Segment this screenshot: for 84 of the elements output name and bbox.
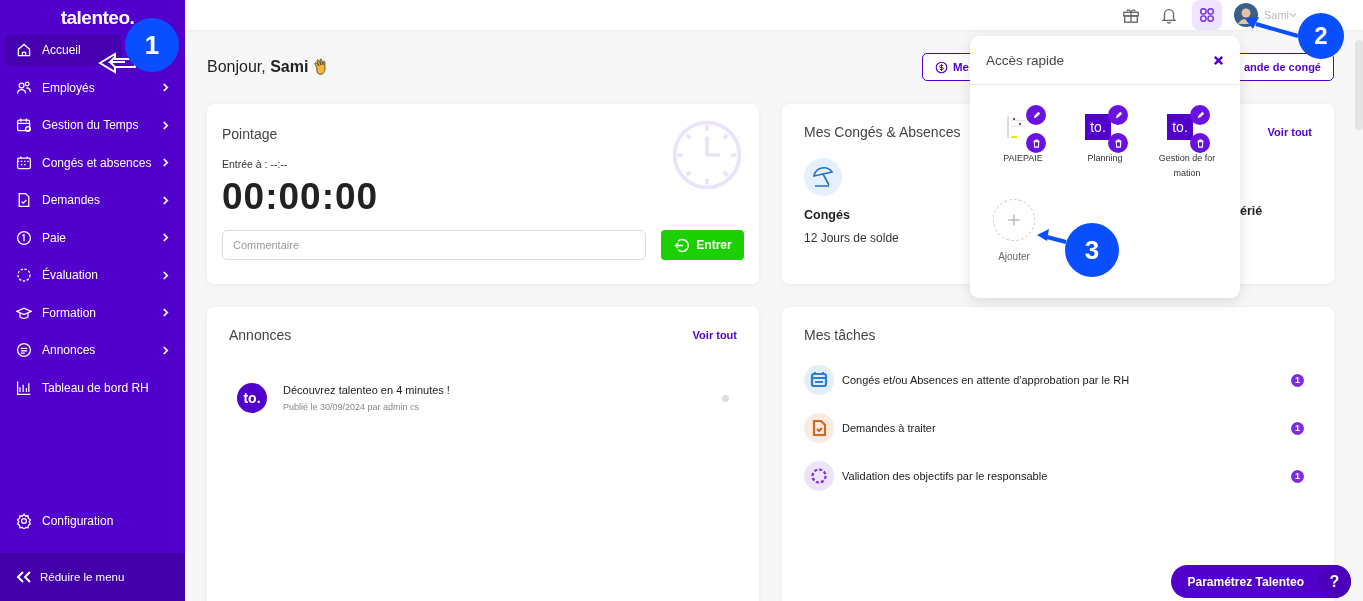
announcement-title[interactable]: Découvrez talenteo en 4 minutes ! [283, 384, 706, 396]
calendar-icon [16, 154, 32, 171]
edit-button[interactable] [1190, 105, 1210, 125]
sidebar-item[interactable]: Congés et absences [6, 146, 179, 179]
gift-icon[interactable] [1121, 6, 1140, 24]
shortcut-label[interactable]: Gestion de formation [1156, 151, 1218, 181]
configuration-item[interactable]: Configuration [6, 505, 179, 537]
edit-button[interactable] [1026, 105, 1046, 125]
users-icon [16, 79, 32, 96]
count-badge: 1 [1291, 469, 1304, 483]
chevron-right-icon [162, 195, 169, 205]
shortcut-label[interactable]: Planning [1074, 151, 1136, 166]
sidebar-item[interactable]: Gestion du Temps [6, 109, 179, 141]
clock-icon [670, 118, 744, 192]
sidebar-item[interactable]: Formation [6, 296, 179, 329]
chevron-right-icon [162, 233, 169, 242]
card-title: Pointage [222, 126, 279, 142]
objective-icon [804, 461, 834, 491]
leave-type: Congés [804, 208, 851, 222]
dashed-circle-icon [16, 267, 32, 283]
logo[interactable]: to. [1085, 114, 1111, 140]
logo: to. [237, 383, 267, 413]
chevron-right-icon [162, 120, 169, 130]
sidebar-item[interactable]: Paie [6, 221, 179, 254]
sidebar-item[interactable]: Évaluation [6, 259, 179, 291]
arrow [1037, 229, 1067, 244]
count-badge: 1 [1291, 373, 1304, 387]
task-label[interactable]: Congés et/ou Absences en attente d'approbation par le RH [842, 374, 1283, 386]
timer: 00:00:00 [222, 176, 380, 218]
chevron-right-icon [162, 83, 169, 92]
greeting: Bonjour, Sami [207, 58, 309, 76]
task-label[interactable]: Validation des objectifs par le responsable [842, 470, 1283, 482]
sidebar-item[interactable]: Accueil [6, 34, 122, 66]
settings-icon [16, 513, 32, 529]
delete-button[interactable] [1108, 133, 1128, 153]
arrow [1245, 17, 1299, 38]
apps-grid-icon [1197, 6, 1216, 24]
chevron-right-icon [162, 158, 169, 167]
leave-balance: 12 Jours de solde [804, 231, 899, 245]
chevron-right-icon [162, 308, 169, 317]
bell-icon[interactable] [1159, 6, 1178, 24]
count-badge: 1 [1291, 421, 1304, 435]
collapse-menu-button[interactable]: Réduire le menu [0, 553, 185, 601]
sidebar-item[interactable]: Annonces [6, 334, 179, 366]
sidebar-item[interactable]: Demandes [6, 184, 179, 216]
sidebar-item[interactable]: Employés [6, 71, 179, 104]
note-icon [16, 342, 32, 358]
task-label[interactable]: Demandes à traiter [842, 422, 1283, 434]
home-icon [16, 42, 32, 58]
leave-type: érié [1240, 204, 1264, 218]
see-all-link[interactable]: Voir tout [1267, 126, 1312, 138]
umbrella-icon [804, 158, 842, 196]
comment-field[interactable]: Commentaire [222, 230, 646, 260]
delete-button[interactable] [1026, 133, 1046, 153]
caret-icon [1289, 12, 1297, 18]
document-icon [804, 413, 834, 443]
chevron-right-icon [162, 270, 169, 280]
dollar-icon [935, 60, 948, 74]
sidebar-item[interactable]: Tableau de bord RH [6, 371, 179, 404]
delete-button[interactable] [1190, 133, 1210, 153]
chart-icon [16, 379, 32, 396]
edit-button[interactable] [1108, 105, 1128, 125]
close-icon[interactable] [1213, 54, 1224, 66]
coin-icon [16, 229, 32, 246]
chevron-right-icon [162, 345, 169, 355]
double-chevron-left-icon [16, 571, 32, 583]
announcement-meta: Publié le 30/09/2024 par admin cs [283, 402, 421, 412]
arrow [99, 52, 136, 73]
document-icon [16, 192, 32, 208]
calendar-icon [804, 365, 834, 395]
entry-time: Entrée à : --:-- [222, 158, 289, 170]
logo[interactable]: to. [1167, 114, 1193, 140]
apps-grid-button[interactable] [1191, 0, 1222, 30]
plus-icon [1006, 212, 1022, 228]
shortcut-label[interactable]: PAIEPAIE [992, 151, 1054, 166]
card-title: Annonces [229, 327, 292, 343]
enter-icon [673, 236, 691, 254]
see-all-link[interactable]: Voir tout [692, 329, 737, 341]
card-title: Mes tâches [804, 327, 877, 343]
help-button[interactable]: Paramétrez Talenteo ? [1170, 565, 1351, 598]
calendar-clock-icon [16, 117, 32, 133]
status-dot [722, 394, 729, 402]
add-label: Ajouter [997, 250, 1031, 264]
card-title: Mes Congés & Absences [804, 124, 961, 140]
